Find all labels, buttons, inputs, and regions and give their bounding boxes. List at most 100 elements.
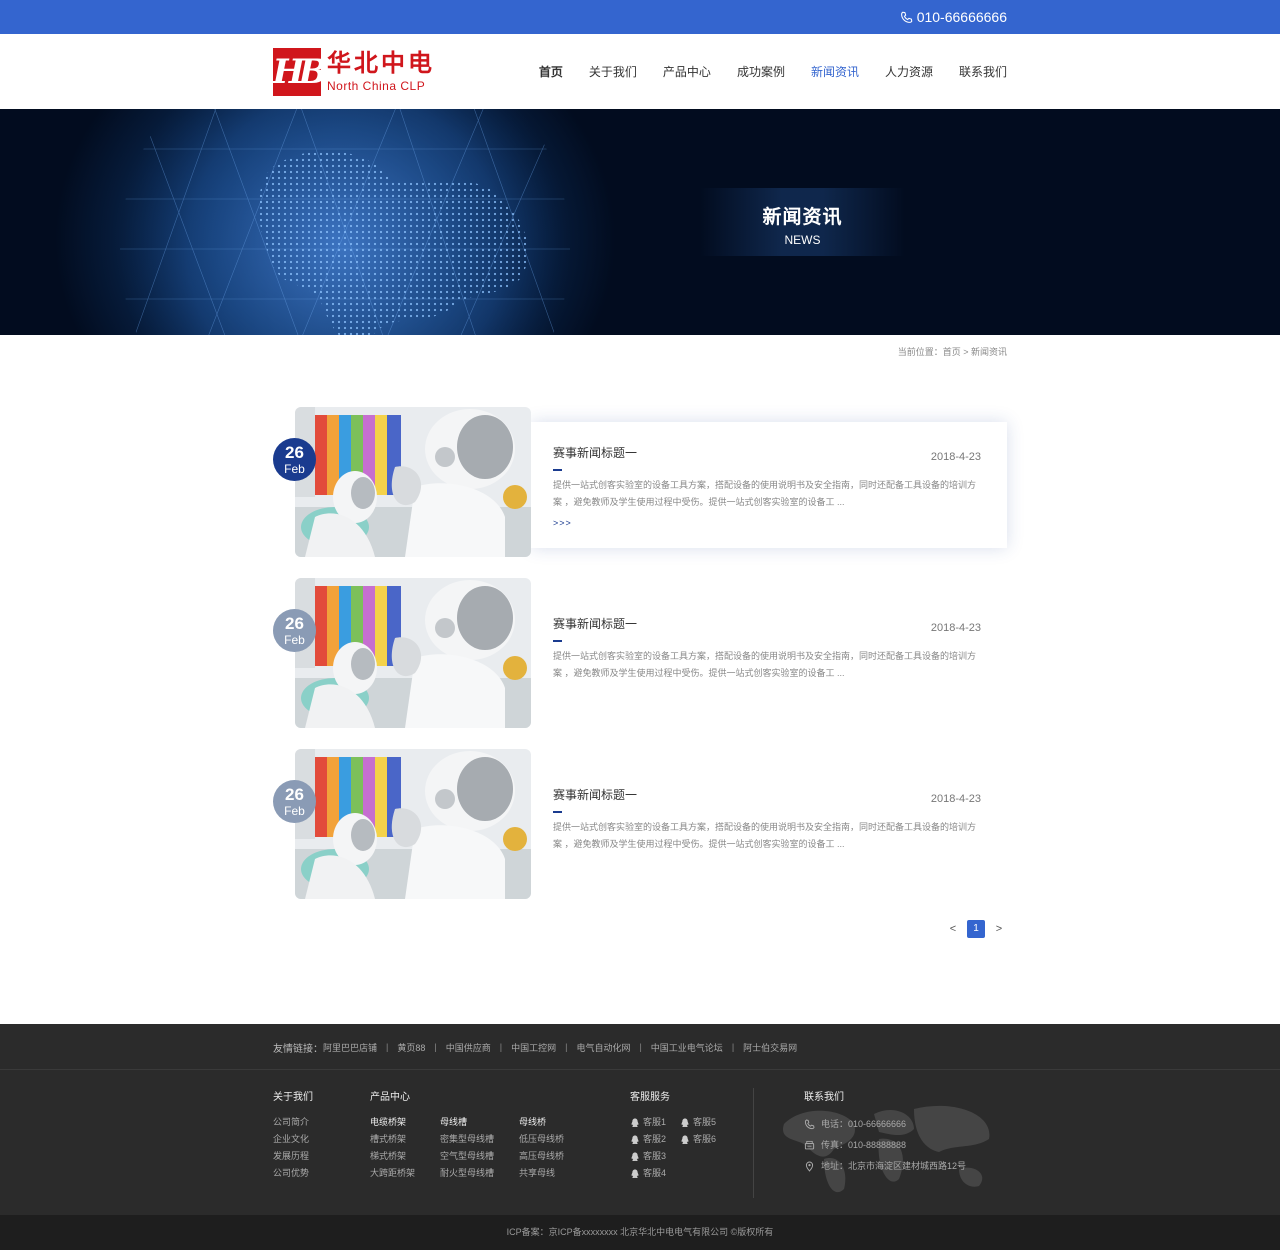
news-date-badge: 26 Feb [273, 438, 316, 481]
qq-icon [631, 1169, 639, 1178]
qq-icon [681, 1118, 689, 1127]
title-underline [553, 811, 562, 813]
title-underline [553, 640, 562, 642]
footer-product-group[interactable]: 电缆桥架 [370, 1114, 415, 1131]
friend-link[interactable]: 中国供应商 [446, 1041, 491, 1054]
news-desc: 提供一站式创客实验室的设备工具方案，搭配设备的使用说明书及安全指南，同时还配备工… [553, 651, 977, 678]
nav-home[interactable]: 首页 [539, 63, 563, 80]
qq-service-link[interactable]: 客服3 [630, 1148, 680, 1165]
friend-links-label: 友情链接： [273, 1043, 323, 1055]
news-thumbnail[interactable] [295, 407, 531, 557]
nav-about[interactable]: 关于我们 [589, 63, 637, 80]
breadcrumb: 当前位置：首页 > 新闻资讯 [0, 335, 1280, 365]
footer-contact: 联系我们 电话：010-66666666 传真：010-88888888 地址：… [783, 1088, 1004, 1198]
qq-service-link[interactable]: 客服1 [630, 1114, 680, 1131]
footer-about-title[interactable]: 关于我们 [273, 1088, 370, 1103]
banner-caption: 新闻资讯 NEWS [700, 188, 905, 256]
news-card[interactable]: 赛事新闻标题一 2018-4-23 提供一站式创客实验室的设备工具方案，搭配设备… [531, 764, 1007, 890]
news-item[interactable]: 26 Feb 赛事新闻标题一 2018-4-23 提供一站式创客实验室的设备工具… [273, 407, 1007, 557]
nav-products[interactable]: 产品中心 [663, 63, 711, 80]
main-nav: 首页 关于我们 产品中心 成功案例 新闻资讯 人力资源 联系我们 [539, 63, 1007, 80]
news-item[interactable]: 26 Feb 赛事新闻标题一 2018-4-23 提供一站式创客实验室的设备工具… [273, 749, 1007, 899]
nav-hr[interactable]: 人力资源 [885, 63, 933, 80]
footer-fax: 传真：010-88888888 [821, 1140, 907, 1150]
location-pin-icon [805, 1161, 814, 1172]
news-day: 26 [285, 785, 304, 804]
robot-image [295, 749, 531, 899]
robot-image [295, 407, 531, 557]
footer-link[interactable]: 共享母线 [519, 1165, 564, 1182]
qq-service-link[interactable]: 客服2 [630, 1131, 680, 1148]
news-desc: 提供一站式创客实验室的设备工具方案，搭配设备的使用说明书及安全指南，同时还配备工… [553, 480, 977, 507]
copyright-text: ICP备案：京ICP备xxxxxxxx 北京华北中电电气有限公司 ©版权所有 [506, 1227, 774, 1237]
footer-product-group[interactable]: 母线桥 [519, 1114, 564, 1131]
page-banner: 新闻资讯 NEWS [0, 109, 1280, 335]
news-pubdate: 2018-4-23 [930, 451, 981, 463]
news-date-badge: 26 Feb [273, 780, 316, 823]
qq-service-link[interactable]: 客服5 [680, 1114, 730, 1131]
footer-link[interactable]: 公司简介 [273, 1114, 370, 1131]
footer-link[interactable]: 梯式桥架 [370, 1148, 415, 1165]
logo-en: North China CLP [327, 78, 426, 93]
footer-link[interactable]: 高压母线桥 [519, 1148, 564, 1165]
footer-link[interactable]: 耐火型母线槽 [440, 1165, 494, 1182]
top-phone[interactable]: 010-66666666 [900, 9, 1007, 25]
news-title[interactable]: 赛事新闻标题一 [553, 444, 981, 461]
footer-products: 产品中心 电缆桥架 槽式桥架 梯式桥架 大跨距桥架 母线槽 密集型母线槽 空气型… [370, 1088, 630, 1198]
friend-link[interactable]: 中国工控网 [511, 1041, 556, 1054]
read-more-link[interactable]: >>> [553, 518, 981, 528]
footer-link[interactable]: 空气型母线槽 [440, 1148, 494, 1165]
prev-page-button[interactable]: < [945, 923, 961, 935]
qq-service-link[interactable]: 客服4 [630, 1165, 680, 1182]
news-list: 26 Feb 赛事新闻标题一 2018-4-23 提供一站式创客实验室的设备工具… [0, 407, 1280, 899]
qq-service-link[interactable]: 客服6 [680, 1131, 730, 1148]
footer-contact-title: 联系我们 [804, 1092, 844, 1103]
friend-link[interactable]: 阿士伯交易网 [743, 1041, 797, 1054]
footer-link[interactable]: 发展历程 [273, 1148, 370, 1165]
nav-cases[interactable]: 成功案例 [737, 63, 785, 80]
breadcrumb-text[interactable]: 当前位置：首页 > 新闻资讯 [898, 347, 1007, 357]
news-thumbnail[interactable] [295, 749, 531, 899]
next-page-button[interactable]: > [991, 923, 1007, 935]
footer-link[interactable]: 企业文化 [273, 1131, 370, 1148]
friend-link[interactable]: 阿里巴巴店铺 [323, 1041, 377, 1054]
footer-link[interactable]: 低压母线桥 [519, 1131, 564, 1148]
news-title[interactable]: 赛事新闻标题一 [553, 615, 981, 632]
phone-icon [900, 11, 913, 23]
footer-divider [753, 1088, 754, 1198]
phone-icon [804, 1119, 815, 1130]
footer-link[interactable]: 大跨距桥架 [370, 1165, 415, 1182]
news-title[interactable]: 赛事新闻标题一 [553, 786, 981, 803]
friend-link[interactable]: 黄页88 [397, 1041, 425, 1054]
fax-icon [804, 1140, 815, 1150]
copyright-bar: ICP备案：京ICP备xxxxxxxx 北京华北中电电气有限公司 ©版权所有 [0, 1215, 1280, 1250]
pagination: < 1 > [0, 920, 1280, 960]
footer-link[interactable]: 公司优势 [273, 1165, 370, 1182]
friend-link[interactable]: 电气自动化网 [576, 1041, 630, 1054]
friend-links: 友情链接： 阿里巴巴店铺 | 黄页88 | 中国供应商 | 中国工控网 | 电气自动化网… [0, 1024, 1280, 1070]
page-1-button[interactable]: 1 [967, 920, 985, 938]
footer-phone: 电话：010-66666666 [821, 1119, 907, 1129]
title-underline [553, 469, 562, 471]
news-day: 26 [285, 614, 304, 633]
top-bar: 010-66666666 [0, 0, 1280, 34]
news-item[interactable]: 26 Feb 赛事新闻标题一 2018-4-23 提供一站式创客实验室的设备工具… [273, 578, 1007, 728]
nav-news[interactable]: 新闻资讯 [811, 63, 859, 80]
nav-contact[interactable]: 联系我们 [959, 63, 1007, 80]
header: HB 华北中电 North China CLP 首页 关于我们 产品中心 成功案… [0, 34, 1280, 109]
friend-link[interactable]: 中国工业电气论坛 [651, 1041, 723, 1054]
news-month: Feb [284, 462, 305, 476]
footer-product-group[interactable]: 母线槽 [440, 1114, 494, 1131]
qq-icon [681, 1135, 689, 1144]
news-thumbnail[interactable] [295, 578, 531, 728]
qq-icon [631, 1118, 639, 1127]
footer-link[interactable]: 密集型母线槽 [440, 1131, 494, 1148]
footer-link[interactable]: 槽式桥架 [370, 1131, 415, 1148]
site-logo[interactable]: HB 华北中电 North China CLP [273, 47, 435, 96]
footer-products-title[interactable]: 产品中心 [370, 1088, 589, 1103]
news-month: Feb [284, 804, 305, 818]
news-date-badge: 26 Feb [273, 609, 316, 652]
news-card[interactable]: 赛事新闻标题一 2018-4-23 提供一站式创客实验室的设备工具方案，搭配设备… [531, 593, 1007, 719]
news-card[interactable]: 赛事新闻标题一 2018-4-23 提供一站式创客实验室的设备工具方案，搭配设备… [531, 422, 1007, 548]
qq-icon [631, 1135, 639, 1144]
